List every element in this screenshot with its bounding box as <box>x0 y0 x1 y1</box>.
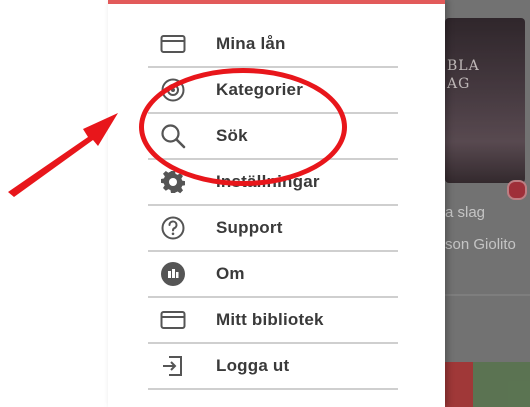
red-arrow-icon <box>8 113 118 197</box>
